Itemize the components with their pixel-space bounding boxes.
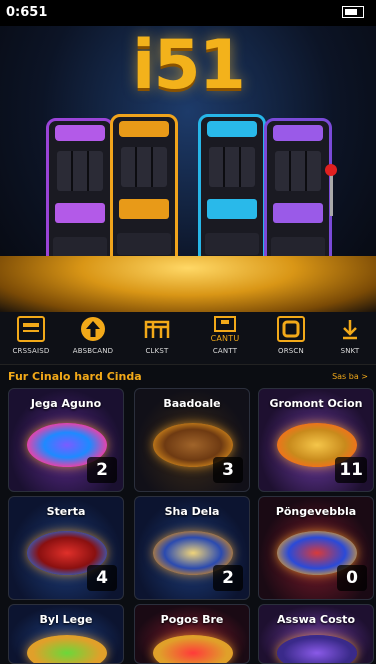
game-card[interactable]: Gromont Ocion 11: [258, 388, 374, 492]
game-badge: 0: [337, 565, 367, 591]
arrow-up-icon: [79, 316, 107, 342]
nav-item-deposit[interactable]: CRSSAISD: [0, 312, 62, 364]
game-thumbnail: [27, 635, 107, 663]
game-title: Gromont Ocion: [269, 397, 363, 410]
nav-item-withdraw[interactable]: ABSBCAND: [62, 312, 124, 364]
game-title: Pöngevebbla: [275, 505, 357, 518]
game-title: Sha Dela: [164, 505, 220, 518]
game-card[interactable]: Baadoale 3: [134, 388, 250, 492]
nav-item-label: ABSBCAND: [72, 347, 114, 355]
nav-item-label: CANTT: [212, 347, 238, 355]
game-card[interactable]: Asswa Costo: [258, 604, 374, 664]
game-badge: 4: [87, 565, 117, 591]
game-title: Jega Aguno: [30, 397, 102, 410]
slot-machine-illustration: [264, 118, 332, 268]
game-title: Baadoale: [163, 397, 221, 410]
download-icon: [336, 316, 364, 342]
see-all-link[interactable]: Sas ba >: [332, 372, 368, 381]
nav-item-label: CLKST: [145, 347, 169, 355]
quick-nav-bar: CRSSAISD ABSBCAND CLKST CANTU CANTT ORSC…: [0, 312, 376, 365]
nav-item-screen[interactable]: ORSCN: [260, 312, 322, 364]
building-icon: [143, 316, 171, 342]
wallet-icon: [17, 316, 45, 342]
game-badge: 11: [335, 457, 367, 483]
game-card[interactable]: Jega Aguno 2: [8, 388, 124, 492]
status-bar: 0:651: [0, 0, 376, 26]
slot-machine-illustration: [198, 114, 266, 264]
game-badge: 3: [213, 457, 243, 483]
game-badge: 2: [87, 457, 117, 483]
game-thumbnail: [153, 635, 233, 663]
nav-item-icon-text: CANTU: [210, 334, 240, 343]
battery-icon: [342, 6, 364, 18]
nav-item-gift[interactable]: CANTU CANTT: [194, 312, 256, 364]
game-thumbnail: [277, 635, 357, 663]
nav-item-client[interactable]: CLKST: [126, 312, 188, 364]
game-card[interactable]: Sterta 4: [8, 496, 124, 600]
nav-item-label: SNKT: [340, 347, 360, 355]
game-card[interactable]: Pöngevebbla 0: [258, 496, 374, 600]
section-title: Fur Cinalo hard Cinda: [8, 370, 142, 383]
slot-machine-illustration: [110, 114, 178, 264]
game-title: Pogos Bre: [160, 613, 224, 626]
game-card[interactable]: Pogos Bre: [134, 604, 250, 664]
game-title: Byl Lege: [39, 613, 93, 626]
slot-machine-illustration: [46, 118, 114, 268]
status-time: 0:651: [6, 5, 48, 20]
nav-item-label: CRSSAISD: [12, 347, 50, 355]
game-card[interactable]: Sha Dela 2: [134, 496, 250, 600]
brand-logo: i51: [132, 26, 246, 105]
hero-banner[interactable]: i51: [0, 26, 376, 312]
game-title: Asswa Costo: [276, 613, 355, 626]
nav-item-label: ORSCN: [278, 347, 304, 355]
slot-lever: [330, 171, 333, 216]
gold-coins-illustration: [0, 256, 376, 312]
game-title: Sterta: [46, 505, 86, 518]
square-frame-icon: [277, 316, 305, 342]
slot-lever-knob: [325, 164, 337, 176]
game-badge: 2: [213, 565, 243, 591]
game-card[interactable]: Byl Lege: [8, 604, 124, 664]
nav-item-download[interactable]: SNKT: [324, 312, 376, 364]
